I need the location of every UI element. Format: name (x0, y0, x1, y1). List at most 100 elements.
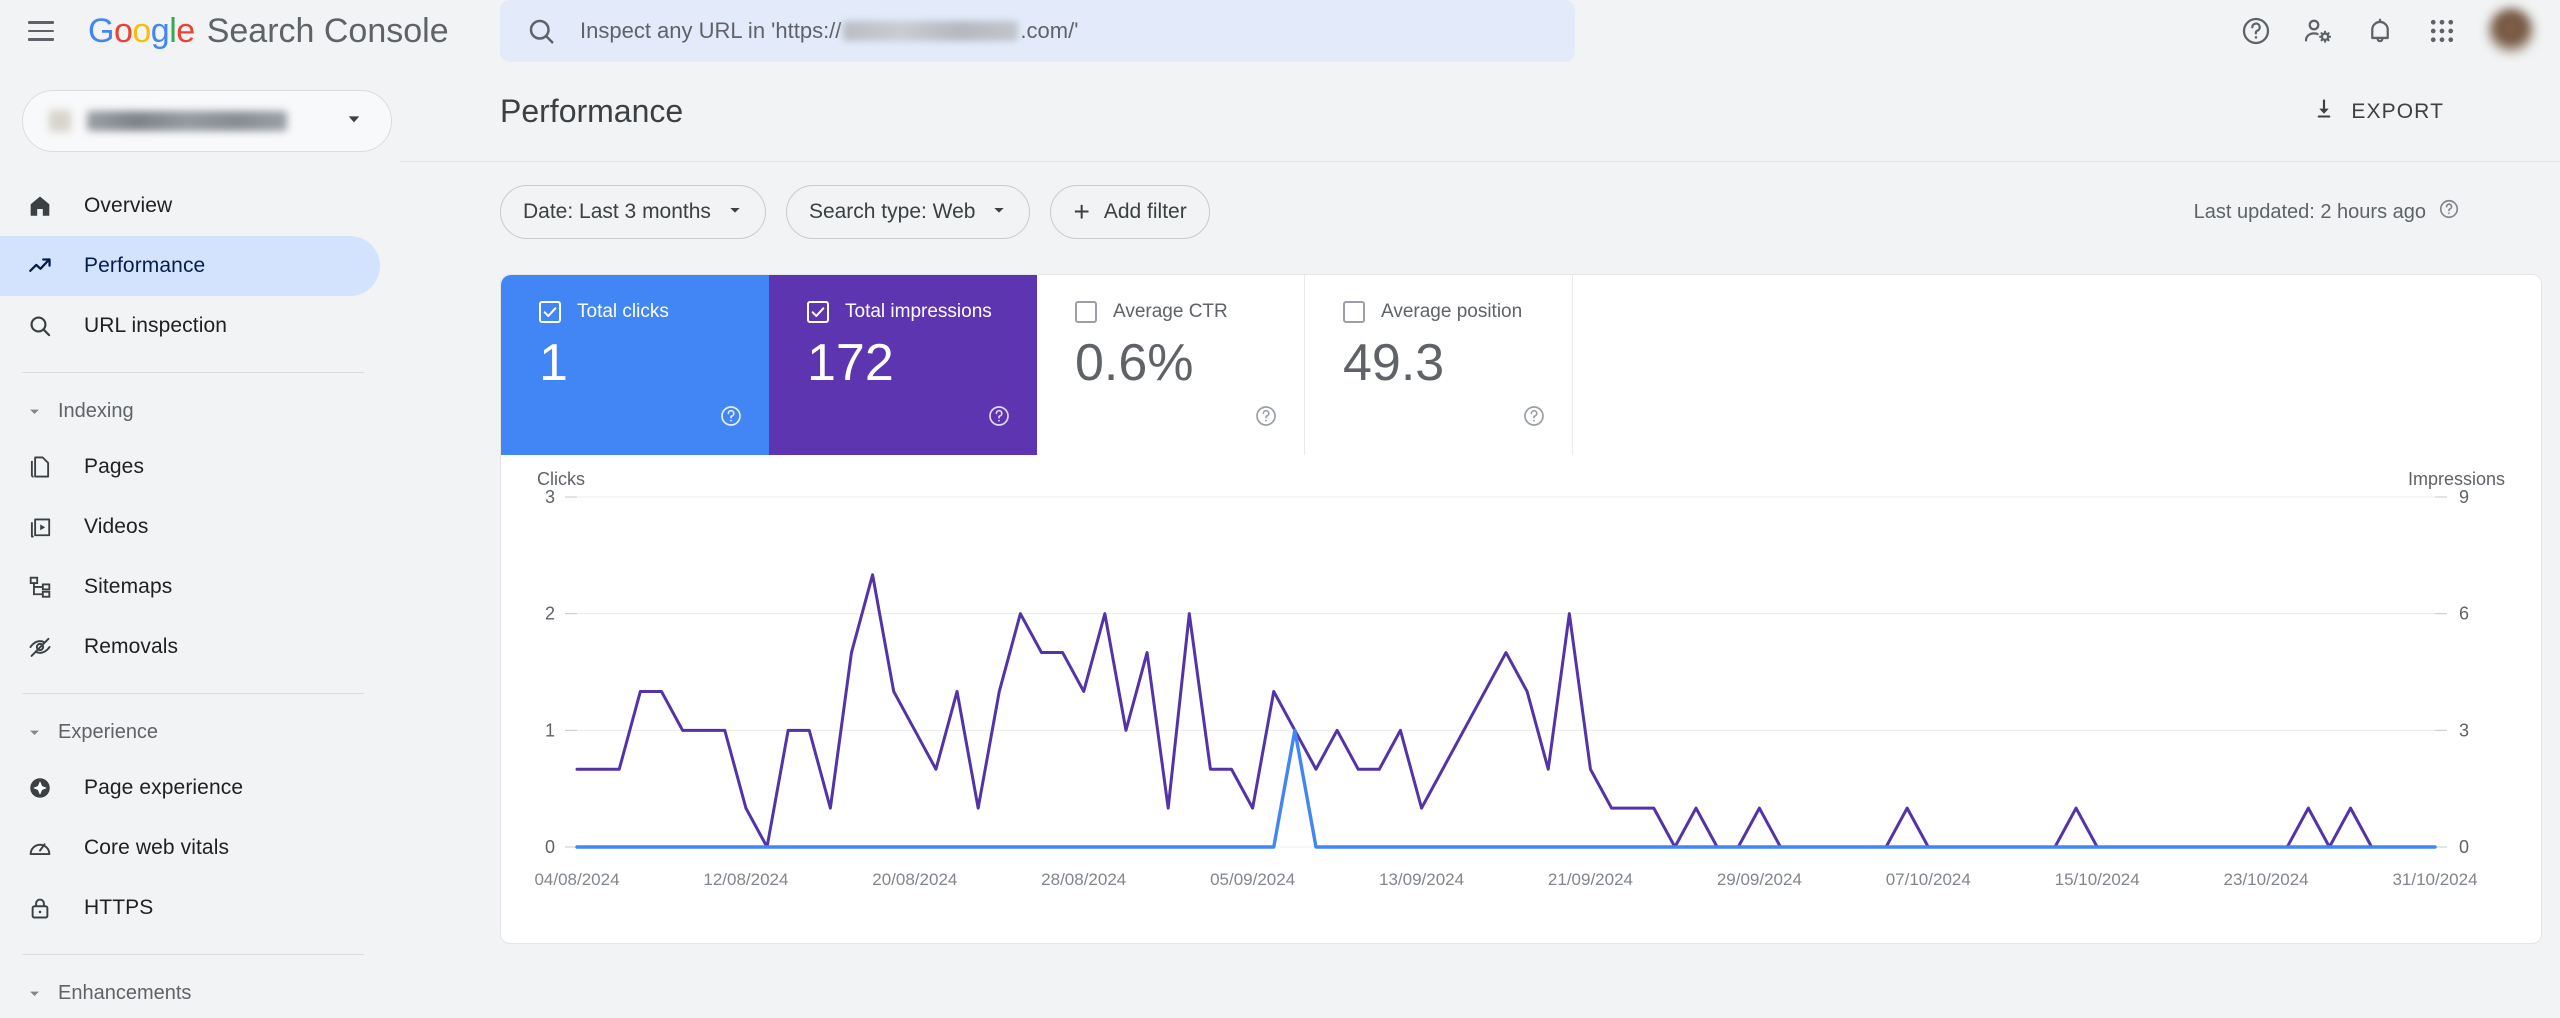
svg-text:07/10/2024: 07/10/2024 (1886, 870, 1971, 889)
svg-text:05/09/2024: 05/09/2024 (1210, 870, 1295, 889)
svg-text:9: 9 (2459, 487, 2469, 507)
sidebar-item-overview[interactable]: Overview (0, 176, 380, 236)
sidebar-group-experience[interactable]: Experience (0, 710, 400, 754)
sidebar-divider (22, 954, 364, 955)
sidebar-nav: Overview Performance URL inspection Inde… (0, 176, 400, 1015)
sidebar-item-label: Videos (84, 515, 149, 538)
sidebar-item-removals[interactable]: Removals (0, 617, 380, 677)
pages-icon (24, 454, 56, 480)
metric-card-average-ctr[interactable]: Average CTR 0.6% (1037, 275, 1305, 455)
sidebar-group-enhancements[interactable]: Enhancements (0, 971, 400, 1015)
header-actions (2228, 0, 2542, 62)
sidebar-divider (22, 372, 364, 373)
property-selector[interactable] (22, 90, 392, 152)
export-label: EXPORT (2351, 99, 2444, 123)
sidebar-item-core-web-vitals[interactable]: Core web vitals (0, 818, 380, 878)
performance-chart[interactable]: Clicks Impressions 0 1 2 3 0 3 6 9 04/08/2024 12/… (501, 455, 2541, 943)
sidebar-item-performance[interactable]: Performance (0, 236, 380, 296)
sidebar-item-label: Performance (84, 254, 206, 277)
svg-text:31/10/2024: 31/10/2024 (2392, 870, 2477, 889)
download-icon (2311, 96, 2337, 127)
metric-card-total-impressions[interactable]: Total impressions 172 (769, 275, 1037, 455)
date-filter-label: Date: Last 3 months (523, 200, 711, 223)
svg-text:2: 2 (545, 604, 555, 624)
checkbox-unchecked-icon[interactable] (1075, 301, 1097, 323)
filter-bar: Date: Last 3 months Search type: Web + A… (400, 162, 2560, 262)
main-content: Performance EXPORT Date: Last 3 months S… (400, 62, 2560, 1018)
redacted-domain (843, 21, 1019, 41)
svg-text:1: 1 (545, 720, 555, 740)
svg-text:0: 0 (2459, 837, 2469, 857)
notifications-bell-icon[interactable] (2352, 3, 2408, 59)
chevron-down-icon (22, 986, 46, 1001)
add-filter-button[interactable]: + Add filter (1050, 185, 1210, 239)
plus-icon: + (1073, 196, 1090, 227)
metric-header: Total clicks (539, 301, 769, 323)
date-filter[interactable]: Date: Last 3 months (500, 185, 766, 239)
sidebar-item-videos[interactable]: Videos (0, 497, 380, 557)
google-wordmark: Google (88, 11, 195, 50)
url-inspection-search[interactable]: Inspect any URL in 'https:// .com/' (500, 0, 1575, 62)
speedometer-icon (24, 835, 56, 861)
svg-text:12/08/2024: 12/08/2024 (703, 870, 788, 889)
sidebar-group-label: Experience (58, 720, 159, 743)
help-icon[interactable] (1254, 404, 1278, 433)
metric-label: Average position (1381, 301, 1523, 322)
last-updated: Last updated: 2 hours ago (2194, 198, 2460, 226)
svg-text:6: 6 (2459, 604, 2469, 624)
export-button[interactable]: EXPORT (2295, 86, 2460, 137)
video-icon (24, 514, 56, 540)
add-filter-label: Add filter (1103, 200, 1187, 223)
sidebar-item-url-inspection[interactable]: URL inspection (0, 296, 380, 356)
metric-value: 0.6% (1075, 334, 1194, 392)
apps-grid-icon[interactable] (2414, 3, 2470, 59)
help-icon[interactable] (2228, 3, 2284, 59)
metric-label: Average CTR (1113, 301, 1228, 322)
sidebar-item-label: Pages (84, 455, 145, 478)
metric-header: Average CTR (1075, 301, 1304, 323)
help-icon[interactable] (1522, 404, 1546, 433)
sidebar-divider (22, 693, 364, 694)
metric-card-total-clicks[interactable]: Total clicks 1 (501, 275, 769, 455)
svg-text:29/09/2024: 29/09/2024 (1717, 870, 1802, 889)
sitemap-icon (24, 574, 56, 600)
checkbox-unchecked-icon[interactable] (1343, 301, 1365, 323)
help-icon[interactable] (987, 404, 1011, 433)
sidebar-item-label: HTTPS (84, 896, 154, 919)
hamburger-menu-icon[interactable] (22, 12, 60, 50)
chevron-down-icon (727, 200, 743, 224)
metric-cards: Total clicks 1 Total impressions 172 Ave… (501, 275, 2541, 455)
sidebar-group-indexing[interactable]: Indexing (0, 389, 400, 433)
metrics-filler (1573, 275, 2541, 455)
help-icon[interactable] (2438, 198, 2460, 226)
svg-text:21/09/2024: 21/09/2024 (1548, 870, 1633, 889)
checkbox-checked-icon[interactable] (807, 301, 829, 323)
page-header: Performance EXPORT (400, 62, 2560, 162)
sidebar-item-sitemaps[interactable]: Sitemaps (0, 557, 380, 617)
svg-text:3: 3 (545, 487, 555, 507)
sidebar-item-https[interactable]: HTTPS (0, 878, 380, 938)
sidebar-item-label: URL inspection (84, 314, 228, 337)
svg-text:13/09/2024: 13/09/2024 (1379, 870, 1464, 889)
sidebar-group-label: Enhancements (58, 981, 192, 1004)
eye-off-icon (24, 634, 56, 660)
metric-header: Total impressions (807, 301, 1037, 323)
sidebar-item-pages[interactable]: Pages (0, 437, 380, 497)
sidebar-item-page-experience[interactable]: Page experience (0, 758, 380, 818)
avatar[interactable] (2488, 8, 2534, 54)
performance-panel: Total clicks 1 Total impressions 172 Ave… (500, 274, 2542, 944)
metric-label: Total impressions (845, 301, 992, 322)
sidebar: Overview Performance URL inspection Inde… (0, 62, 400, 1018)
checkbox-checked-icon[interactable] (539, 301, 561, 323)
metric-card-average-position[interactable]: Average position 49.3 (1305, 275, 1573, 455)
search-type-filter[interactable]: Search type: Web (785, 185, 1031, 239)
property-favicon (49, 110, 71, 132)
chart-canvas: 0 1 2 3 0 3 6 9 04/08/2024 12/08/2024 20/08/2024 28… (534, 487, 2477, 889)
help-icon[interactable] (719, 404, 743, 433)
chevron-down-icon (22, 404, 46, 419)
sidebar-item-label: Core web vitals (84, 836, 230, 859)
metric-header: Average position (1343, 301, 1572, 323)
svg-text:15/10/2024: 15/10/2024 (2055, 870, 2140, 889)
user-settings-icon[interactable] (2290, 3, 2346, 59)
sidebar-item-label: Sitemaps (84, 575, 173, 598)
